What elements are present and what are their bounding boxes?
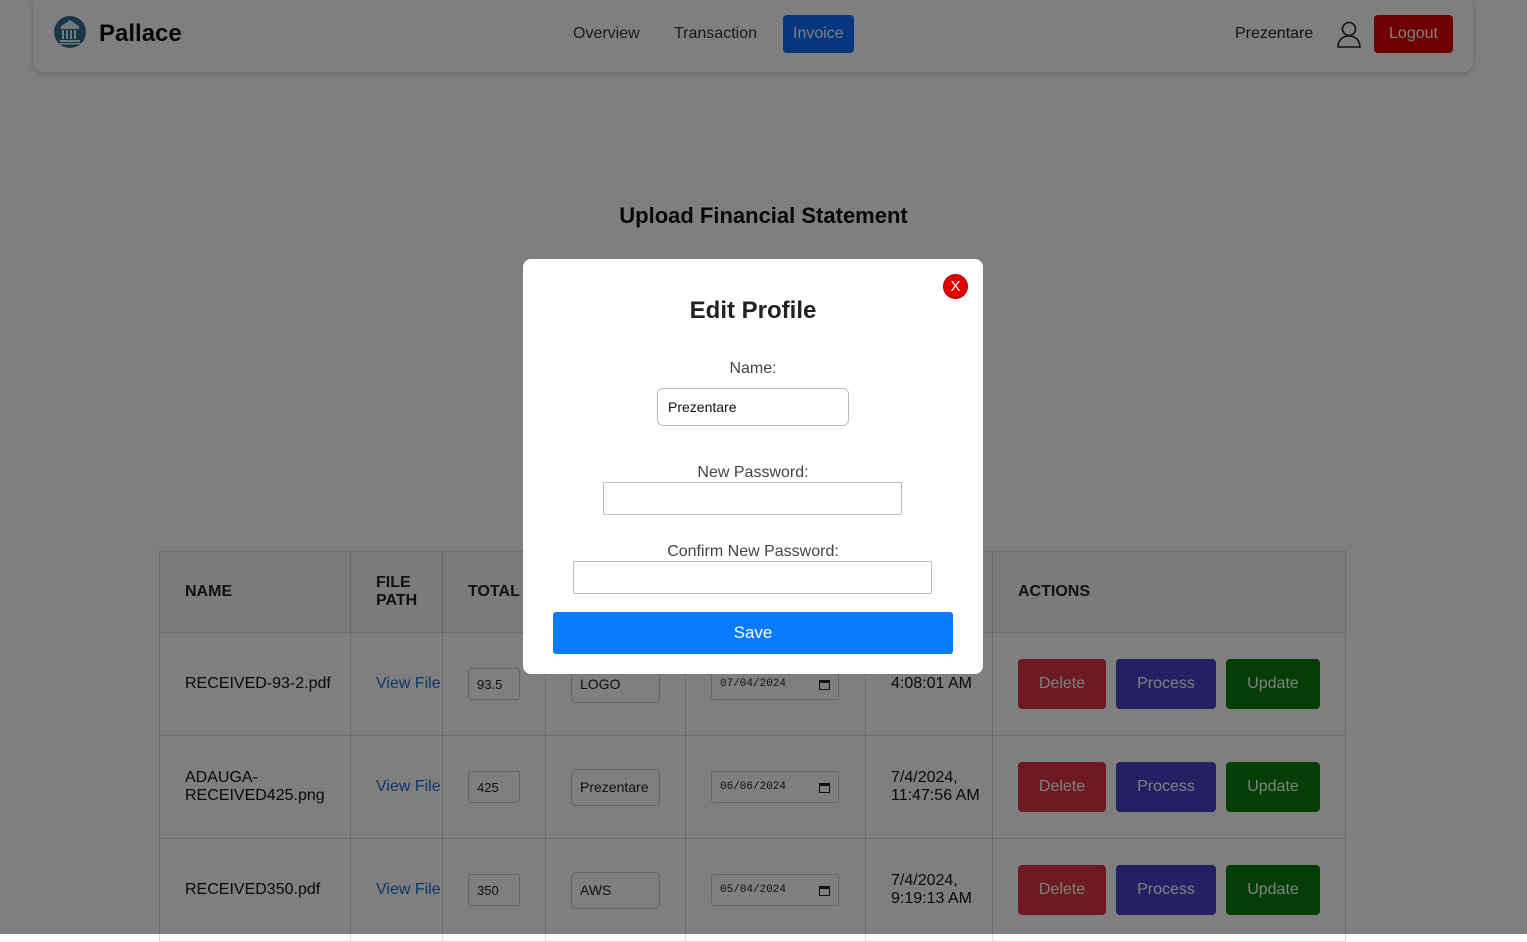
confirm-password-input[interactable]	[573, 561, 932, 594]
edit-profile-modal: X Edit Profile Name: New Password: Confi…	[523, 259, 983, 674]
new-password-label: New Password:	[697, 464, 809, 481]
save-button[interactable]: Save	[553, 612, 953, 654]
confirm-password-label: Confirm New Password:	[667, 543, 839, 560]
new-password-input[interactable]	[603, 482, 902, 515]
modal-title: Edit Profile	[689, 297, 817, 324]
close-modal-button[interactable]: X	[943, 274, 968, 299]
name-label: Name:	[729, 360, 777, 377]
name-input[interactable]	[657, 388, 849, 426]
